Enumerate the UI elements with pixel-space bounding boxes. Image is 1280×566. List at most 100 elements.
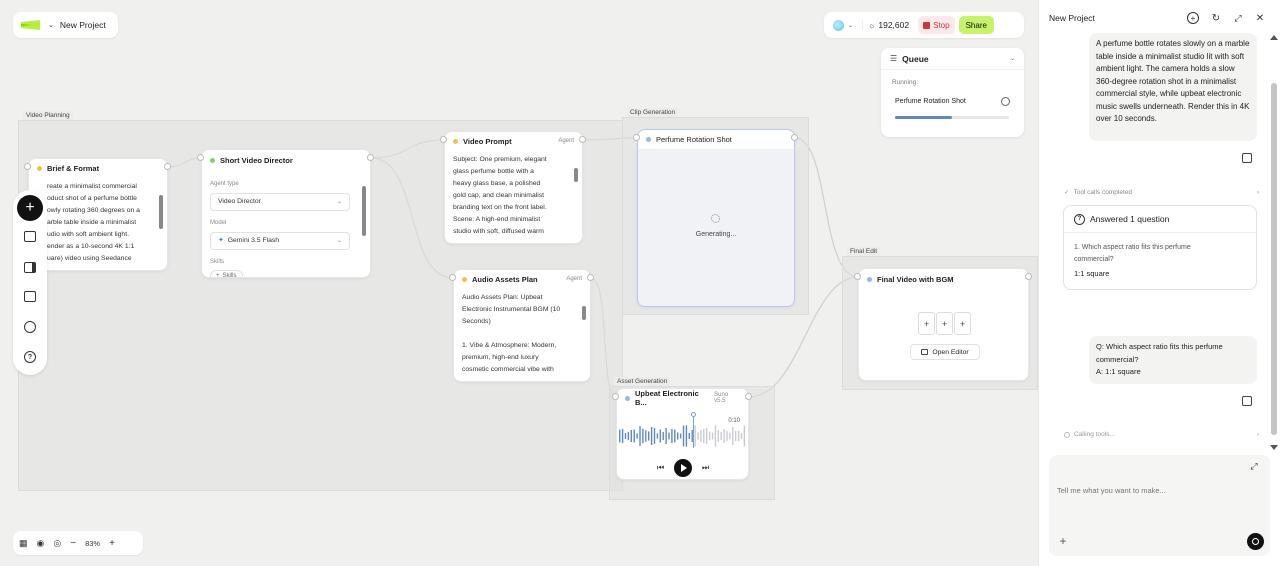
library-icon[interactable]	[24, 262, 36, 273]
output-port[interactable]	[579, 136, 586, 143]
answered-card[interactable]: ? Answered 1 question 1. Which aspect ra…	[1063, 205, 1257, 290]
status-dot	[453, 138, 458, 144]
node-video-prompt[interactable]: Video Prompt Agent Subject: One premium, …	[444, 131, 583, 244]
new-chat-icon[interactable]: +	[1187, 12, 1199, 24]
color-orb-icon	[833, 19, 844, 31]
waveform-bar	[636, 433, 638, 439]
queue-item-name: Perfume Rotation Shot	[895, 98, 966, 105]
waveform-bar	[708, 431, 711, 441]
waveform-bar	[723, 429, 725, 443]
zoom-in-button[interactable]: +	[109, 538, 115, 549]
share-button[interactable]: Share	[958, 16, 994, 34]
question-icon: ?	[1074, 213, 1085, 225]
output-port[interactable]	[587, 274, 594, 281]
waveform-bar	[682, 425, 685, 447]
output-port[interactable]	[1025, 273, 1032, 280]
help-icon[interactable]: ?	[24, 351, 36, 363]
scrollbar[interactable]	[362, 186, 366, 236]
history-icon[interactable]: ↻	[1210, 12, 1222, 24]
zoom-level[interactable]: 83%	[85, 539, 100, 548]
skip-forward-icon[interactable]: ⏭	[702, 463, 709, 473]
output-port[interactable]	[164, 163, 171, 170]
chat-input[interactable]	[1057, 483, 1237, 497]
input-port[interactable]	[612, 393, 619, 400]
waveform-bar	[711, 432, 714, 440]
queue-cancel-icon[interactable]	[1001, 97, 1010, 106]
waveform-bar	[740, 433, 743, 439]
waveform-bar	[674, 429, 676, 443]
fit-view-icon[interactable]: ◎	[53, 538, 61, 549]
node-short-video-director[interactable]: Short Video Director Agent type Video Di…	[201, 149, 371, 278]
chat-icon[interactable]	[24, 321, 36, 333]
play-button[interactable]	[674, 459, 692, 477]
expand-icon[interactable]: ⤢	[1249, 461, 1259, 471]
node-final-video[interactable]: Final Video with BGM + + + Open Editor	[858, 268, 1029, 381]
model-select[interactable]: ✦ Gemini 3.5 Flash ⌄	[210, 232, 350, 250]
node-audio-assets-plan[interactable]: Audio Assets Plan Agent Audio Assets Plan…	[453, 269, 591, 382]
output-port[interactable]	[367, 154, 374, 161]
scrollbar[interactable]	[582, 306, 586, 320]
credits-display[interactable]: ☼ 192,602	[862, 20, 914, 30]
copy-icon[interactable]	[1242, 396, 1252, 406]
output-port[interactable]	[745, 393, 752, 400]
answered-title: Answered 1 question	[1090, 214, 1170, 224]
zoom-out-button[interactable]: −	[70, 538, 76, 549]
play-icon	[681, 464, 687, 472]
collapse-icon[interactable]: ⤢	[1232, 12, 1244, 24]
model-label: Model	[210, 220, 227, 226]
layers-icon[interactable]: ◉	[37, 538, 45, 549]
node-perfume-rotation-shot[interactable]: Perfume Rotation Shot Generating...	[637, 129, 795, 307]
waveform-bar	[703, 429, 705, 443]
chevron-down-icon[interactable]: ⌄	[1010, 55, 1015, 62]
tool-calls-row[interactable]: ✓ Tool calls completed ›	[1064, 188, 1259, 197]
attach-plus-icon[interactable]: +	[1057, 534, 1069, 548]
status-dot	[462, 276, 467, 282]
scrollbar[interactable]	[574, 168, 578, 182]
input-port[interactable]	[449, 274, 456, 281]
waveform-bar	[700, 430, 702, 442]
add-clips-placeholder[interactable]: + + +	[918, 312, 971, 335]
chevron-down-icon: ⌄	[336, 199, 342, 205]
waveform-bar	[735, 430, 737, 442]
group-label: Video Planning	[23, 111, 73, 120]
input-port[interactable]	[24, 163, 31, 170]
copy-icon[interactable]	[1242, 153, 1252, 163]
input-port[interactable]	[633, 134, 640, 141]
skills-chip[interactable]: + Skills	[210, 270, 243, 277]
chat-title: New Project	[1049, 13, 1095, 23]
model-color-selector[interactable]: ⌄	[828, 19, 858, 31]
close-icon[interactable]: ✕	[1254, 12, 1266, 24]
project-selector[interactable]: ⌄ New Project	[13, 12, 118, 38]
waveform-bar	[732, 427, 734, 445]
stop-button[interactable]: Stop	[918, 16, 955, 34]
plus-icon: +	[936, 312, 953, 335]
playhead[interactable]	[693, 414, 694, 448]
plus-icon: +	[918, 312, 935, 335]
input-port[interactable]	[440, 136, 447, 143]
node-upbeat-electronic-track[interactable]: Upbeat Electronic B... Suno v5.5 0:10 ⏮ ⏭	[616, 388, 749, 480]
skip-back-icon[interactable]: ⏮	[657, 463, 664, 473]
layout-icon[interactable]	[24, 291, 36, 302]
canvas[interactable]: ⌄ New Project ⌄ ☼ 192,602 Stop Share ☰ Q…	[0, 0, 1038, 566]
credits-count: 192,602	[878, 20, 910, 30]
add-node-button[interactable]: +	[17, 195, 43, 221]
loading-icon	[1064, 431, 1070, 438]
status-dot	[646, 137, 651, 142]
output-port[interactable]	[791, 134, 798, 141]
scrollbar[interactable]	[159, 195, 163, 229]
input-port[interactable]	[197, 154, 204, 161]
calling-tools-row[interactable]: Calling tools... ›	[1064, 431, 1259, 438]
chevron-right-icon: ›	[1256, 188, 1259, 196]
waveform-bar	[668, 432, 670, 440]
send-button[interactable]	[1247, 533, 1264, 550]
node-brief-format[interactable]: Brief & Format reate a minimalist commer…	[28, 158, 168, 271]
grid-icon[interactable]: ▦	[19, 538, 28, 549]
gift-icon[interactable]	[24, 231, 36, 242]
chevron-right-icon: ›	[1256, 431, 1259, 438]
chat-scrollbar[interactable]	[1270, 35, 1278, 450]
agent-type-select[interactable]: Video Director ⌄	[210, 193, 350, 211]
input-port[interactable]	[854, 273, 861, 280]
playhead-knob[interactable]	[691, 412, 696, 417]
open-editor-button[interactable]: Open Editor	[910, 344, 980, 360]
audio-waveform[interactable]	[617, 421, 749, 451]
